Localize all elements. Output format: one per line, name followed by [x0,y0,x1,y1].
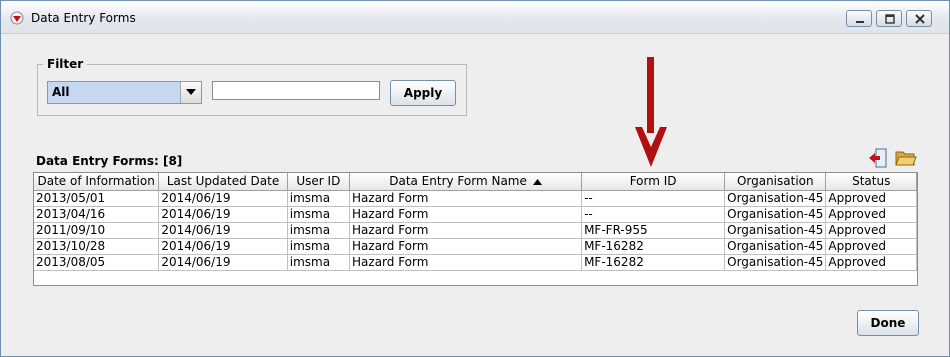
table-cell: Organisation-45 [724,221,827,239]
column-header-label: User ID [296,174,341,189]
minimize-icon [856,21,864,23]
table-cell: Hazard Form [349,189,583,207]
minimize-button[interactable] [846,10,872,27]
dropdown-button[interactable] [180,82,201,103]
table-cell: Organisation-45 [724,205,827,223]
table-cell: 2011/09/10 [34,221,160,239]
table-cell: Approved [825,221,917,239]
dialog-window: Data Entry Forms Filter All Apply Data E… [0,0,950,357]
column-header-label: Status [852,174,891,189]
table-cell: Organisation-45 [724,189,827,207]
table-cell: 2013/04/16 [34,205,160,223]
table-caption: Data Entry Forms: [8] [36,154,183,168]
column-header-label: Data Entry Form Name [389,174,527,189]
table-cell: -- [581,205,726,223]
table-row[interactable]: 2013/08/05 2014/06/19 imsma Hazard Form MF-1… [34,253,917,271]
window-title: Data Entry Forms [31,11,136,25]
sort-ascending-icon [532,179,542,186]
column-header-label: Organisation [736,174,814,189]
filter-select[interactable]: All [47,81,202,104]
table-row[interactable]: 2013/04/16 2014/06/19 imsma Hazard Form -- Or… [34,205,917,223]
export-icon[interactable] [867,147,889,169]
table-cell: 2013/10/28 [34,237,160,255]
table-cell: imsma [286,253,351,271]
table-cell: 2014/06/19 [158,237,288,255]
table-cell: Hazard Form [349,237,583,255]
column-header-label: Date of Information [37,174,155,189]
table-cell: 2013/05/01 [34,189,160,207]
table-row[interactable]: 2013/05/01 2014/06/19 imsma Hazard Form -- Or… [34,189,917,207]
column-header-date-of-information[interactable]: Date of Information [34,173,160,191]
column-header-status[interactable]: Status [825,173,917,191]
table-cell: Hazard Form [349,221,583,239]
table-cell: Approved [825,253,917,271]
table-cell: MF-FR-955 [581,221,726,239]
filter-legend: Filter [43,57,88,71]
open-folder-icon[interactable] [895,147,917,169]
done-button[interactable]: Done [857,310,919,336]
filter-select-value: All [48,82,180,103]
table-cell: 2014/06/19 [158,221,288,239]
table-cell: imsma [286,221,351,239]
annotation-arrow [635,57,667,167]
apply-button[interactable]: Apply [390,80,456,106]
table-cell: Approved [825,205,917,223]
close-button[interactable] [906,10,932,27]
table-cell: Hazard Form [349,253,583,271]
app-icon [10,11,24,25]
column-header-form-id[interactable]: Form ID [581,173,726,191]
column-header-label: Form ID [629,174,677,189]
table-cell: -- [581,189,726,207]
table-cell: imsma [286,205,351,223]
table-cell: 2014/06/19 [158,253,288,271]
maximize-button[interactable] [876,10,902,27]
table-cell: 2014/06/19 [158,205,288,223]
table-cell: Approved [825,237,917,255]
table-cell: imsma [286,237,351,255]
table-cell: Organisation-45 [724,253,827,271]
table-cell: MF-16282 [581,253,726,271]
table-cell: Organisation-45 [724,237,827,255]
maximize-icon [885,14,895,24]
table-cell: 2014/06/19 [158,189,288,207]
column-header-last-updated-date[interactable]: Last Updated Date [158,173,288,191]
table-cell: Approved [825,189,917,207]
table-header-row: Date of Information Last Updated Date User… [34,173,917,191]
table-cell: MF-16282 [581,237,726,255]
table-row[interactable]: 2013/10/28 2014/06/19 imsma Hazard Form MF-1… [34,237,917,255]
close-icon [915,14,925,24]
table-cell: imsma [286,189,351,207]
table-cell: Hazard Form [349,205,583,223]
column-header-data-entry-form-name[interactable]: Data Entry Form Name [349,173,583,191]
column-header-user-id[interactable]: User ID [286,173,351,191]
title-bar[interactable]: Data Entry Forms [1,1,949,34]
chevron-down-icon [186,89,196,95]
data-entry-forms-table: Date of Information Last Updated Date User… [33,172,918,286]
table-cell: 2013/08/05 [34,253,160,271]
column-header-organisation[interactable]: Organisation [724,173,827,191]
column-header-label: Last Updated Date [166,174,280,189]
filter-text-input[interactable] [212,81,380,100]
table-row[interactable]: 2011/09/10 2014/06/19 imsma Hazard Form MF-F… [34,221,917,239]
